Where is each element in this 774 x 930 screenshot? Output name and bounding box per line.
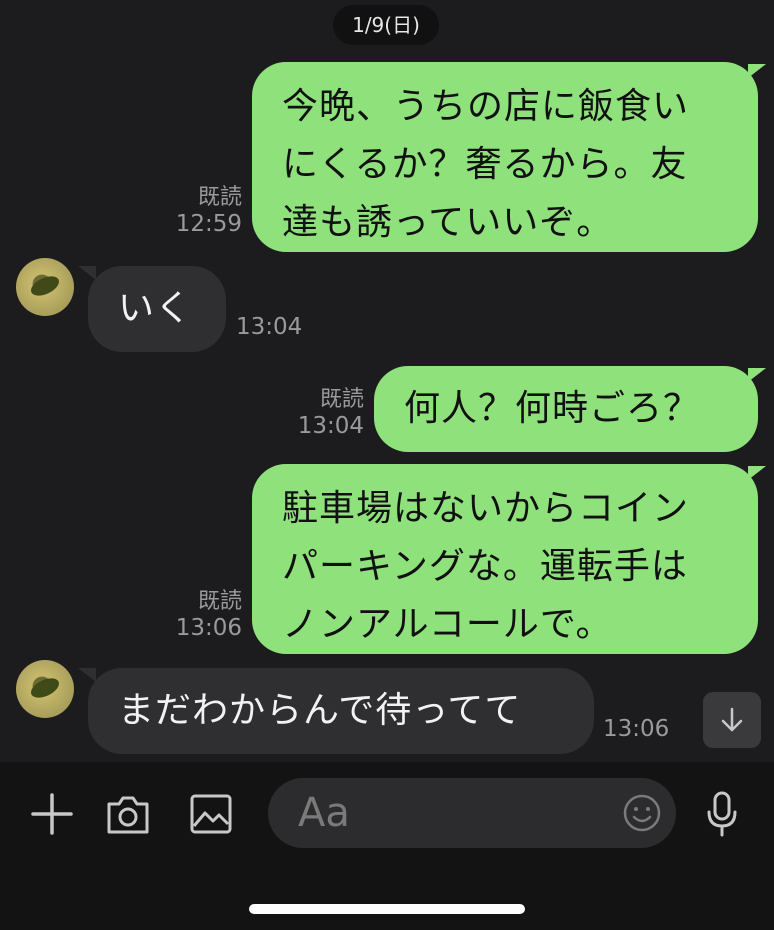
message-time: 12:59 bbox=[175, 211, 242, 237]
outgoing-message-1[interactable]: 今晩、うちの店に飯食い にくるか？奢るから。友 達も誘っていいぞ。 bbox=[252, 62, 758, 252]
bubble-tail bbox=[748, 64, 766, 78]
camera-icon[interactable] bbox=[105, 792, 151, 836]
message-line: 達も誘っていいぞ。 bbox=[282, 202, 614, 243]
message-line: 何人？何時ごろ？ bbox=[404, 388, 701, 429]
time-text: 13:04 bbox=[236, 314, 303, 340]
outgoing-message-2[interactable]: 何人？何時ごろ？ bbox=[374, 366, 758, 452]
read-receipt-2: 既読 13:04 bbox=[282, 386, 364, 440]
read-label: 既読 bbox=[197, 185, 242, 210]
bubble-tail bbox=[748, 368, 766, 382]
read-label: 既読 bbox=[197, 589, 242, 614]
plus-icon[interactable] bbox=[30, 792, 74, 836]
message-line: パーキングな。運転手は bbox=[282, 546, 688, 587]
message-time: 13:06 bbox=[175, 615, 242, 641]
read-receipt-3: 既読 13:06 bbox=[160, 588, 242, 642]
message-line: 駐車場はないからコイン bbox=[282, 488, 690, 529]
chat-area: 1/9(日) 既読 12:59 今晩、うちの店に飯食い にくるか？奢るから。友 … bbox=[0, 0, 774, 762]
microphone-icon[interactable] bbox=[704, 790, 740, 838]
composer-bar: Aa bbox=[0, 762, 774, 930]
image-icon[interactable] bbox=[189, 792, 233, 836]
avatar[interactable] bbox=[16, 660, 74, 718]
message-input[interactable]: Aa bbox=[268, 778, 676, 848]
message-time: 13:04 bbox=[297, 413, 364, 439]
message-line: 今晩、うちの店に飯食い bbox=[282, 86, 690, 127]
arrow-down-icon bbox=[721, 707, 743, 732]
message-time: 13:04 bbox=[236, 314, 302, 341]
avatar[interactable] bbox=[16, 258, 74, 316]
bubble-tail bbox=[748, 466, 766, 480]
outgoing-message-3[interactable]: 駐車場はないからコイン パーキングな。運転手は ノンアルコールで。 bbox=[252, 464, 758, 654]
message-line: にくるか？奢るから。友 bbox=[282, 144, 688, 185]
incoming-message-2[interactable]: まだわからんで待ってて bbox=[88, 668, 594, 754]
bubble-tail bbox=[78, 668, 96, 682]
read-label: 既読 bbox=[319, 387, 364, 412]
message-line: ノンアルコールで。 bbox=[282, 604, 613, 645]
bubble-tail bbox=[78, 266, 96, 280]
read-receipt-1: 既読 12:59 bbox=[160, 184, 242, 238]
date-label: 1/9(日) bbox=[333, 5, 439, 45]
home-indicator bbox=[249, 904, 525, 914]
time-text: 13:06 bbox=[603, 716, 670, 742]
emoji-icon[interactable] bbox=[622, 793, 662, 833]
input-placeholder: Aa bbox=[298, 790, 350, 836]
incoming-message-1[interactable]: いく bbox=[88, 266, 226, 352]
scroll-to-bottom-button[interactable] bbox=[703, 692, 761, 748]
message-time: 13:06 bbox=[603, 716, 669, 743]
